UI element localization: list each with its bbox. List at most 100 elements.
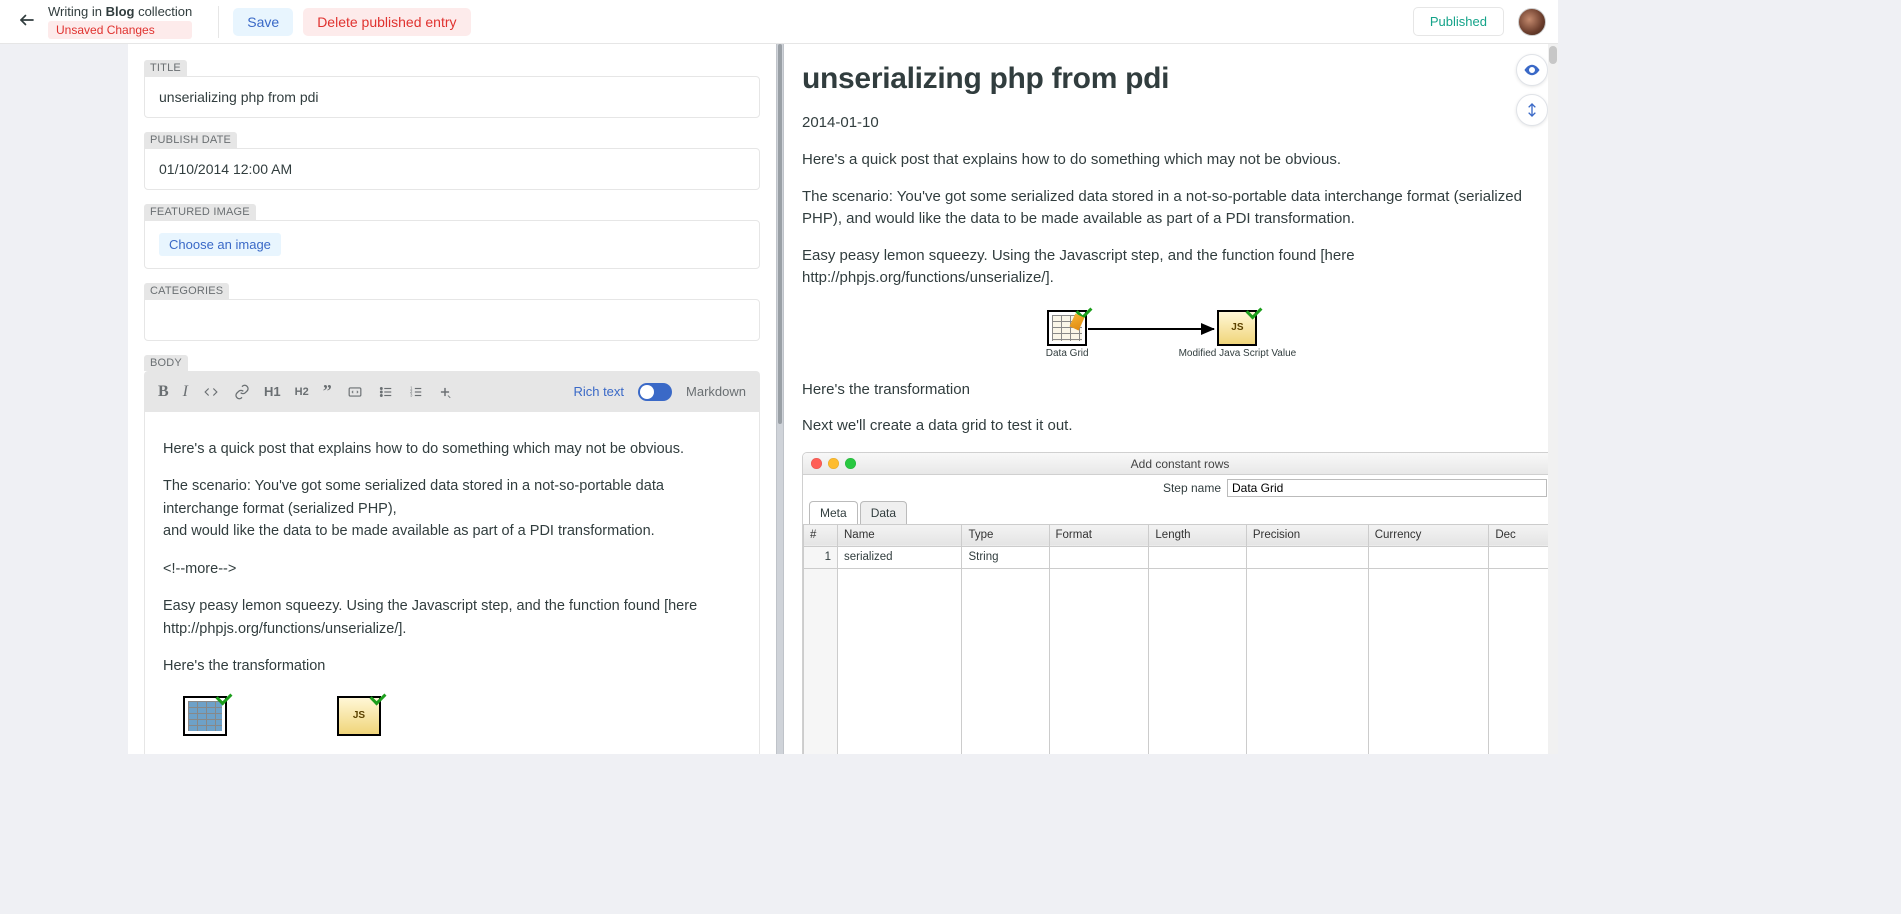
body-group: BODY B I H1 H2 ” 123 Rich text Markdown … xyxy=(144,353,760,754)
back-button[interactable] xyxy=(12,5,42,38)
pane-splitter[interactable] xyxy=(776,44,784,754)
dialog-tabs: Meta Data xyxy=(803,501,1557,524)
js-node: JS Modified Java Script Value xyxy=(1179,310,1297,361)
js-step-thumb: JS xyxy=(337,696,381,736)
body-paragraph: Here's the transformation xyxy=(163,655,741,677)
publish-date-label: PUBLISH DATE xyxy=(144,132,237,148)
title-label: TITLE xyxy=(144,60,187,76)
toolbar-divider xyxy=(218,6,219,38)
body-editor[interactable]: Here's a quick post that explains how to… xyxy=(144,412,760,754)
writing-in-label: Writing in xyxy=(48,4,106,19)
node-label: Data Grid xyxy=(1046,346,1089,361)
cell xyxy=(1489,546,1557,568)
cell xyxy=(1368,546,1489,568)
h1-icon[interactable]: H1 xyxy=(264,384,281,399)
editor-mode-toggle[interactable] xyxy=(638,383,672,401)
col-hash: # xyxy=(804,524,838,546)
body-paragraph: Here's a quick post that explains how to… xyxy=(163,438,741,460)
preview-paragraph: Next we'll create a data grid to test it… xyxy=(802,415,1540,438)
bold-icon[interactable]: B xyxy=(158,383,169,401)
scroll-thumb[interactable] xyxy=(778,44,782,424)
preview-paragraph: Here's the transformation xyxy=(802,379,1540,402)
publish-date-input[interactable] xyxy=(144,148,760,190)
body-image-thumbs: JS xyxy=(163,696,741,736)
cell xyxy=(1149,546,1246,568)
window-title: Add constant rows xyxy=(1131,457,1230,471)
window-titlebar: Add constant rows xyxy=(803,453,1557,475)
table-header-row: # Name Type Format Length Precision Curr… xyxy=(804,524,1557,546)
italic-icon[interactable]: I xyxy=(183,383,188,401)
table-empty-area xyxy=(804,569,1557,755)
col-format: Format xyxy=(1049,524,1149,546)
bullet-list-icon[interactable] xyxy=(378,385,394,399)
tab-meta: Meta xyxy=(809,501,858,524)
title-input[interactable] xyxy=(144,76,760,118)
preview-date: 2014-01-10 xyxy=(802,114,1540,131)
col-type: Type xyxy=(962,524,1049,546)
entry-meta: Writing in Blog collection Unsaved Chang… xyxy=(48,4,192,39)
preview-paragraph: The scenario: You've got some serialized… xyxy=(802,186,1540,231)
step-dialog-window: Add constant rows Step name Meta Data # … xyxy=(802,452,1558,755)
preview-toggle-button[interactable] xyxy=(1516,54,1548,86)
preview-body: Here's a quick post that explains how to… xyxy=(802,149,1540,754)
unsaved-changes-badge: Unsaved Changes xyxy=(48,21,192,39)
markdown-mode-label[interactable]: Markdown xyxy=(686,384,746,399)
codeblock-icon[interactable] xyxy=(346,385,364,399)
workspace: TITLE PUBLISH DATE FEATURED IMAGE Choose… xyxy=(0,44,1558,754)
zoom-dot-icon xyxy=(845,458,856,469)
data-grid-icon xyxy=(1047,310,1087,346)
table-row: 1 serialized String xyxy=(804,546,1557,568)
numbered-list-icon[interactable]: 123 xyxy=(408,385,424,399)
scroll-sync-button[interactable] xyxy=(1516,94,1548,126)
preview-paragraph: Here's a quick post that explains how to… xyxy=(802,149,1540,172)
link-icon[interactable] xyxy=(234,384,250,400)
choose-image-button[interactable]: Choose an image xyxy=(159,233,281,256)
node-label: Modified Java Script Value xyxy=(1179,346,1297,361)
col-currency: Currency xyxy=(1368,524,1489,546)
h2-icon[interactable]: H2 xyxy=(295,386,309,398)
code-icon[interactable] xyxy=(202,385,220,399)
date-field-group: PUBLISH DATE xyxy=(144,130,760,190)
preview-pane: unserializing php from pdi 2014-01-10 He… xyxy=(784,44,1558,754)
data-grid-node: Data Grid xyxy=(1046,310,1089,361)
delete-entry-button[interactable]: Delete published entry xyxy=(303,8,470,36)
pdi-flow-diagram: Data Grid JS Modified Java Script Value xyxy=(802,310,1540,361)
title-field-group: TITLE xyxy=(144,58,760,118)
cell xyxy=(1049,546,1149,568)
body-label: BODY xyxy=(144,355,188,371)
categories-input[interactable] xyxy=(144,299,760,341)
body-paragraph: Easy peasy lemon squeezy. Using the Java… xyxy=(163,595,741,640)
quote-icon[interactable]: ” xyxy=(323,381,332,402)
meta-grid-table: # Name Type Format Length Precision Curr… xyxy=(803,524,1557,755)
preview-title: unserializing php from pdi xyxy=(802,62,1540,96)
col-length: Length xyxy=(1149,524,1246,546)
js-icon: JS xyxy=(1217,310,1257,346)
richtext-mode-label[interactable]: Rich text xyxy=(573,384,624,399)
stepname-input xyxy=(1227,479,1547,497)
cell-name: serialized xyxy=(838,546,962,568)
col-name: Name xyxy=(838,524,962,546)
cell-type: String xyxy=(962,546,1049,568)
editor-pane: TITLE PUBLISH DATE FEATURED IMAGE Choose… xyxy=(128,44,776,754)
scrollbar-thumb[interactable] xyxy=(1549,46,1557,64)
top-toolbar: Writing in Blog collection Unsaved Chang… xyxy=(0,0,1558,44)
save-button[interactable]: Save xyxy=(233,8,293,36)
stepname-row: Step name xyxy=(803,475,1557,501)
traffic-lights xyxy=(811,458,856,469)
svg-text:3: 3 xyxy=(410,392,413,397)
categories-group: CATEGORIES xyxy=(144,281,760,341)
published-status-button[interactable]: Published xyxy=(1413,7,1504,36)
categories-label: CATEGORIES xyxy=(144,283,229,299)
avatar[interactable] xyxy=(1518,8,1546,36)
body-paragraph: The scenario: You've got some serialized… xyxy=(163,475,741,542)
preview-scrollbar[interactable] xyxy=(1548,44,1558,754)
collection-suffix: collection xyxy=(134,4,192,19)
cell xyxy=(1246,546,1368,568)
minimize-dot-icon xyxy=(828,458,839,469)
preview-paragraph: Easy peasy lemon squeezy. Using the Java… xyxy=(802,245,1540,290)
tab-data: Data xyxy=(860,501,907,524)
featured-image-group: FEATURED IMAGE Choose an image xyxy=(144,202,760,269)
add-component-icon[interactable] xyxy=(438,385,452,399)
body-paragraph: <!--more--> xyxy=(163,558,741,580)
featured-image-box: Choose an image xyxy=(144,220,760,269)
